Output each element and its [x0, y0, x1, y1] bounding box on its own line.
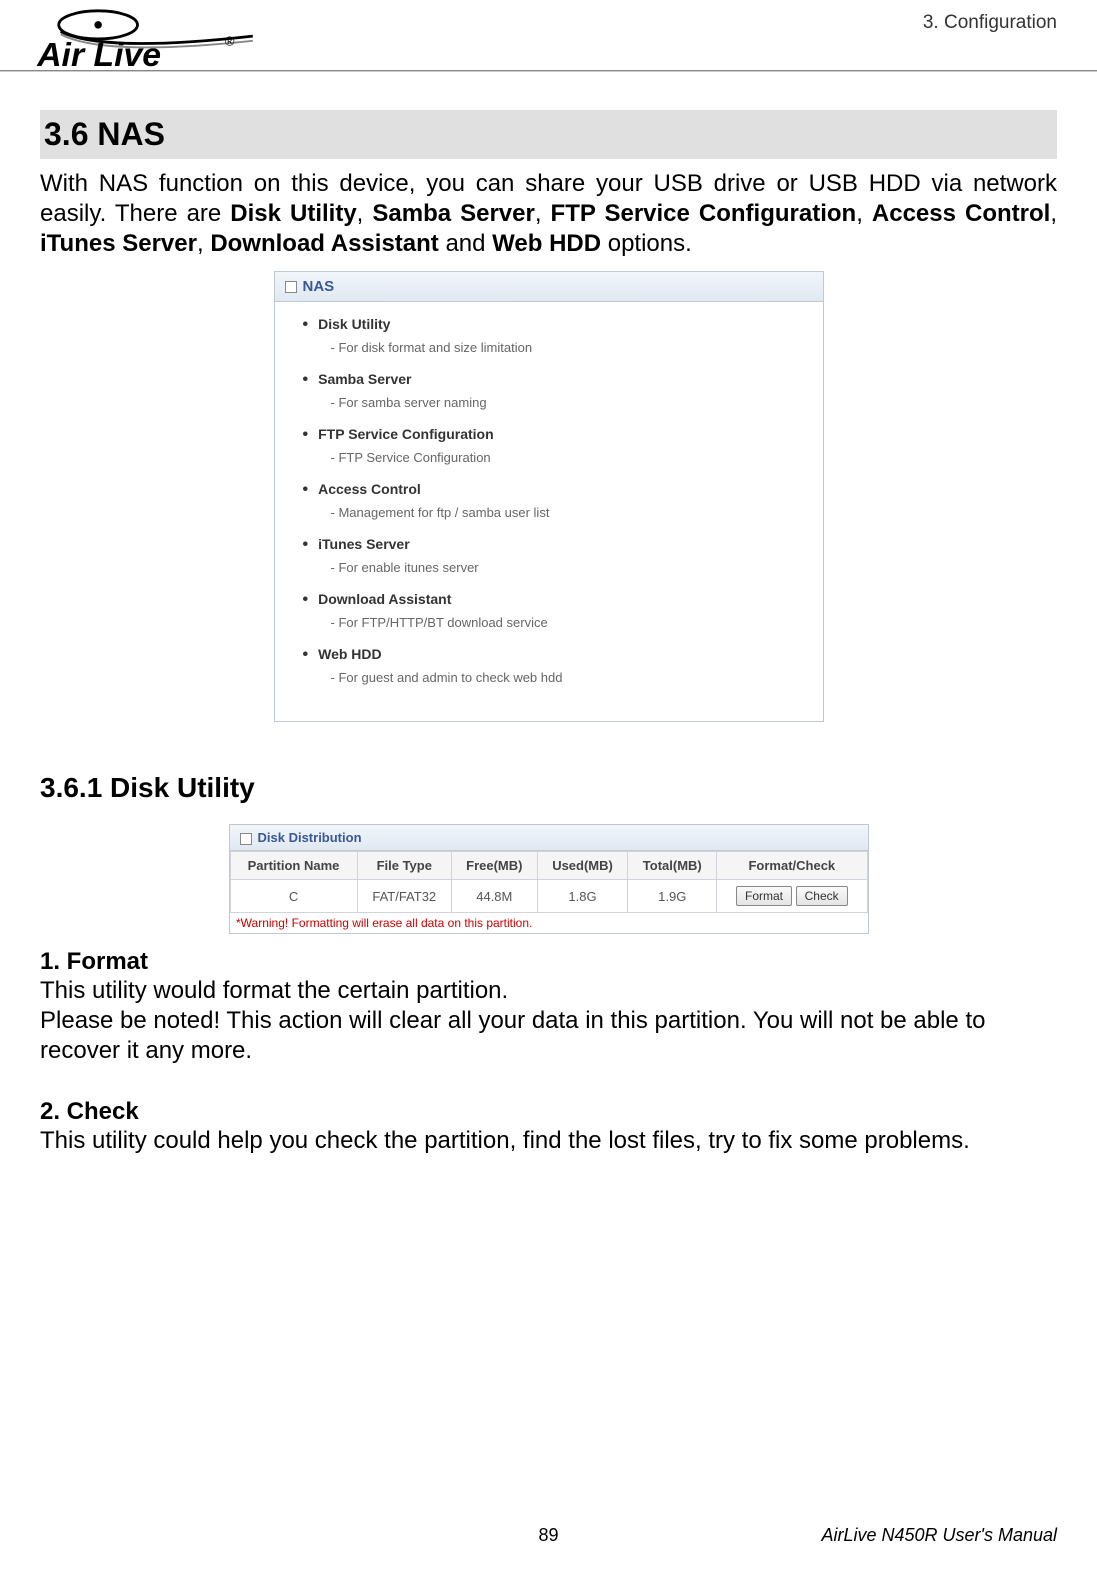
cell-total: 1.9G	[628, 880, 717, 913]
cell-name: C	[230, 880, 357, 913]
check-button[interactable]: Check	[796, 886, 848, 906]
col-filetype: File Type	[357, 852, 451, 880]
cell-type: FAT/FAT32	[357, 880, 451, 913]
nas-item-disk-utility[interactable]: Disk Utility - For disk format and size …	[303, 316, 795, 355]
header-divider	[0, 70, 1097, 72]
nas-panel: NAS Disk Utility - For disk format and s…	[274, 271, 824, 722]
bold-itunes: iTunes Server	[40, 230, 197, 257]
sep: ,	[357, 200, 373, 227]
sep: options.	[601, 230, 692, 257]
cell-actions: Format Check	[717, 880, 867, 913]
nas-item-title: FTP Service Configuration	[303, 426, 795, 444]
disk-distribution-panel: Disk Distribution Partition Name File Ty…	[229, 824, 869, 934]
nas-item-title: Disk Utility	[303, 316, 795, 334]
nas-item-title: Samba Server	[303, 371, 795, 389]
col-total: Total(MB)	[628, 852, 717, 880]
warning-text: *Warning! Formatting will erase all data…	[230, 913, 867, 934]
cell-free: 44.8M	[451, 880, 537, 913]
sep: ,	[535, 200, 551, 227]
warning-row: *Warning! Formatting will erase all data…	[230, 913, 867, 934]
table-row: C FAT/FAT32 44.8M 1.8G 1.9G Format Check	[230, 880, 867, 913]
page-number: 89	[538, 1525, 558, 1546]
nas-list: Disk Utility - For disk format and size …	[275, 302, 823, 721]
intro-paragraph: With NAS function on this device, you ca…	[40, 169, 1057, 259]
bold-access: Access Control	[872, 200, 1050, 227]
nas-item-desc: - For guest and admin to check web hdd	[331, 670, 795, 685]
table-header-row: Partition Name File Type Free(MB) Used(M…	[230, 852, 867, 880]
bold-webhdd: Web HDD	[492, 230, 601, 257]
nas-item-desc: - FTP Service Configuration	[331, 450, 795, 465]
nas-item-webhdd[interactable]: Web HDD - For guest and admin to check w…	[303, 646, 795, 685]
col-action: Format/Check	[717, 852, 867, 880]
bold-ftp: FTP Service Configuration	[551, 200, 857, 227]
sep: ,	[856, 200, 872, 227]
nas-item-itunes[interactable]: iTunes Server - For enable itunes server	[303, 536, 795, 575]
check-desc: This utility could help you check the pa…	[40, 1126, 1057, 1156]
cell-used: 1.8G	[537, 880, 628, 913]
section-title: 3.6 NAS	[40, 110, 1057, 159]
col-free: Free(MB)	[451, 852, 537, 880]
format-desc-2: Please be noted! This action will clear …	[40, 1006, 1057, 1066]
sep: ,	[1050, 200, 1057, 227]
nas-item-desc: - For samba server naming	[331, 395, 795, 410]
disk-table: Partition Name File Type Free(MB) Used(M…	[230, 851, 868, 933]
nas-item-title: iTunes Server	[303, 536, 795, 554]
nas-item-access[interactable]: Access Control - Management for ftp / sa…	[303, 481, 795, 520]
check-heading: 2. Check	[40, 1098, 1057, 1126]
bold-disk-utility: Disk Utility	[230, 200, 356, 227]
nas-item-samba[interactable]: Samba Server - For samba server naming	[303, 371, 795, 410]
format-button[interactable]: Format	[736, 886, 792, 906]
col-partition: Partition Name	[230, 852, 357, 880]
nas-item-download[interactable]: Download Assistant - For FTP/HTTP/BT dow…	[303, 591, 795, 630]
nas-item-desc: - For enable itunes server	[331, 560, 795, 575]
nas-item-title: Access Control	[303, 481, 795, 499]
manual-title: AirLive N450R User's Manual	[821, 1525, 1057, 1546]
header-chapter: 3. Configuration	[923, 12, 1057, 34]
format-desc-1: This utility would format the certain pa…	[40, 976, 1057, 1006]
svg-text:Air Live: Air Live	[36, 36, 161, 74]
bold-samba: Samba Server	[372, 200, 534, 227]
nas-item-title: Web HDD	[303, 646, 795, 664]
svg-text:®: ®	[225, 34, 235, 49]
col-used: Used(MB)	[537, 852, 628, 880]
nas-item-ftp[interactable]: FTP Service Configuration - FTP Service …	[303, 426, 795, 465]
disk-panel-header: Disk Distribution	[230, 825, 868, 851]
nas-item-desc: - For disk format and size limitation	[331, 340, 795, 355]
format-heading: 1. Format	[40, 948, 1057, 976]
sep: and	[439, 230, 492, 257]
nas-item-title: Download Assistant	[303, 591, 795, 609]
nas-item-desc: - Management for ftp / samba user list	[331, 505, 795, 520]
bold-download: Download Assistant	[210, 230, 438, 257]
footer: 89 AirLive N450R User's Manual	[40, 1525, 1057, 1546]
subsection-title: 3.6.1 Disk Utility	[40, 772, 1057, 804]
nas-item-desc: - For FTP/HTTP/BT download service	[331, 615, 795, 630]
logo: Air Live ®	[30, 8, 280, 88]
sep: ,	[197, 230, 210, 257]
nas-panel-header: NAS	[275, 272, 823, 302]
